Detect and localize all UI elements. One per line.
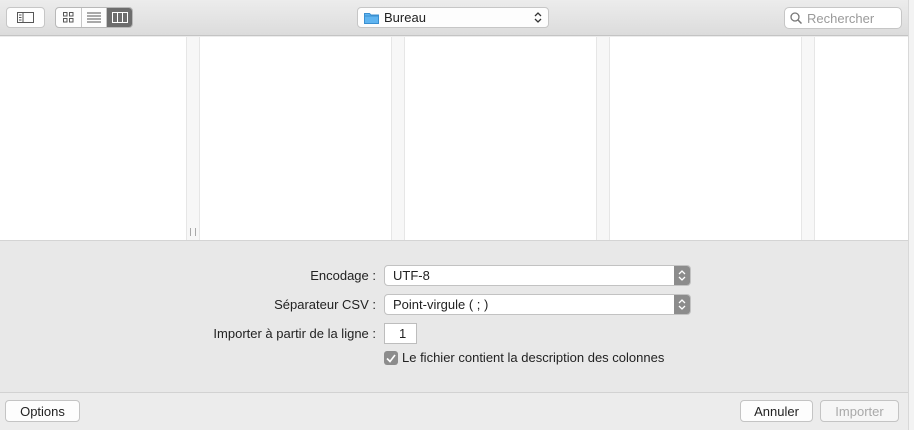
- list-view-button[interactable]: [82, 8, 108, 27]
- column-divider[interactable]: [801, 37, 815, 240]
- chevron-updown-icon: [678, 299, 686, 310]
- column-divider[interactable]: [186, 37, 200, 240]
- options-button[interactable]: Options: [5, 400, 80, 422]
- column-view-icon: [111, 12, 128, 23]
- chevron-updown-icon: [678, 270, 686, 281]
- search-placeholder: Rechercher: [807, 10, 875, 26]
- column-browser[interactable]: [0, 37, 908, 240]
- resize-grip-icon[interactable]: [190, 228, 196, 236]
- start-line-input[interactable]: 1: [384, 323, 417, 344]
- start-line-label: Importer à partir de la ligne :: [213, 326, 376, 341]
- separator-label: Séparateur CSV :: [274, 297, 376, 312]
- import-options-panel: Encodage : UTF-8 Séparateur CSV : Point-…: [0, 240, 908, 392]
- header-checkbox[interactable]: [384, 351, 398, 365]
- icon-view-button[interactable]: [56, 8, 82, 27]
- sidebar-toggle-button[interactable]: [6, 7, 45, 28]
- encoding-select[interactable]: UTF-8: [384, 265, 691, 286]
- list-view-icon: [87, 12, 101, 23]
- separator-value: Point-virgule ( ; ): [393, 297, 489, 312]
- separator-stepper: [674, 295, 690, 314]
- toolbar: Bureau Rechercher: [0, 0, 914, 36]
- view-mode-segmented-control: [55, 7, 133, 28]
- chevron-updown-icon: [534, 12, 542, 23]
- folder-icon: [364, 12, 379, 24]
- icon-view-icon: [62, 12, 74, 23]
- dialog-button-bar: Options Annuler Importer: [0, 392, 908, 430]
- checkmark-icon: [386, 354, 396, 363]
- location-label: Bureau: [384, 10, 426, 25]
- column-divider[interactable]: [596, 37, 610, 240]
- location-popup[interactable]: Bureau: [357, 7, 549, 28]
- column-view-button[interactable]: [107, 8, 132, 27]
- encoding-value: UTF-8: [393, 268, 430, 283]
- window-edge: [908, 0, 914, 433]
- header-checkbox-label[interactable]: Le fichier contient la description des c…: [402, 350, 664, 365]
- column-divider[interactable]: [391, 37, 405, 240]
- encoding-label: Encodage :: [310, 268, 376, 283]
- search-icon: [790, 12, 802, 24]
- cancel-button[interactable]: Annuler: [740, 400, 813, 422]
- sidebar-toggle-icon: [17, 12, 34, 23]
- separator-select[interactable]: Point-virgule ( ; ): [384, 294, 691, 315]
- encoding-stepper: [674, 266, 690, 285]
- import-button[interactable]: Importer: [820, 400, 899, 422]
- search-field[interactable]: Rechercher: [784, 7, 902, 29]
